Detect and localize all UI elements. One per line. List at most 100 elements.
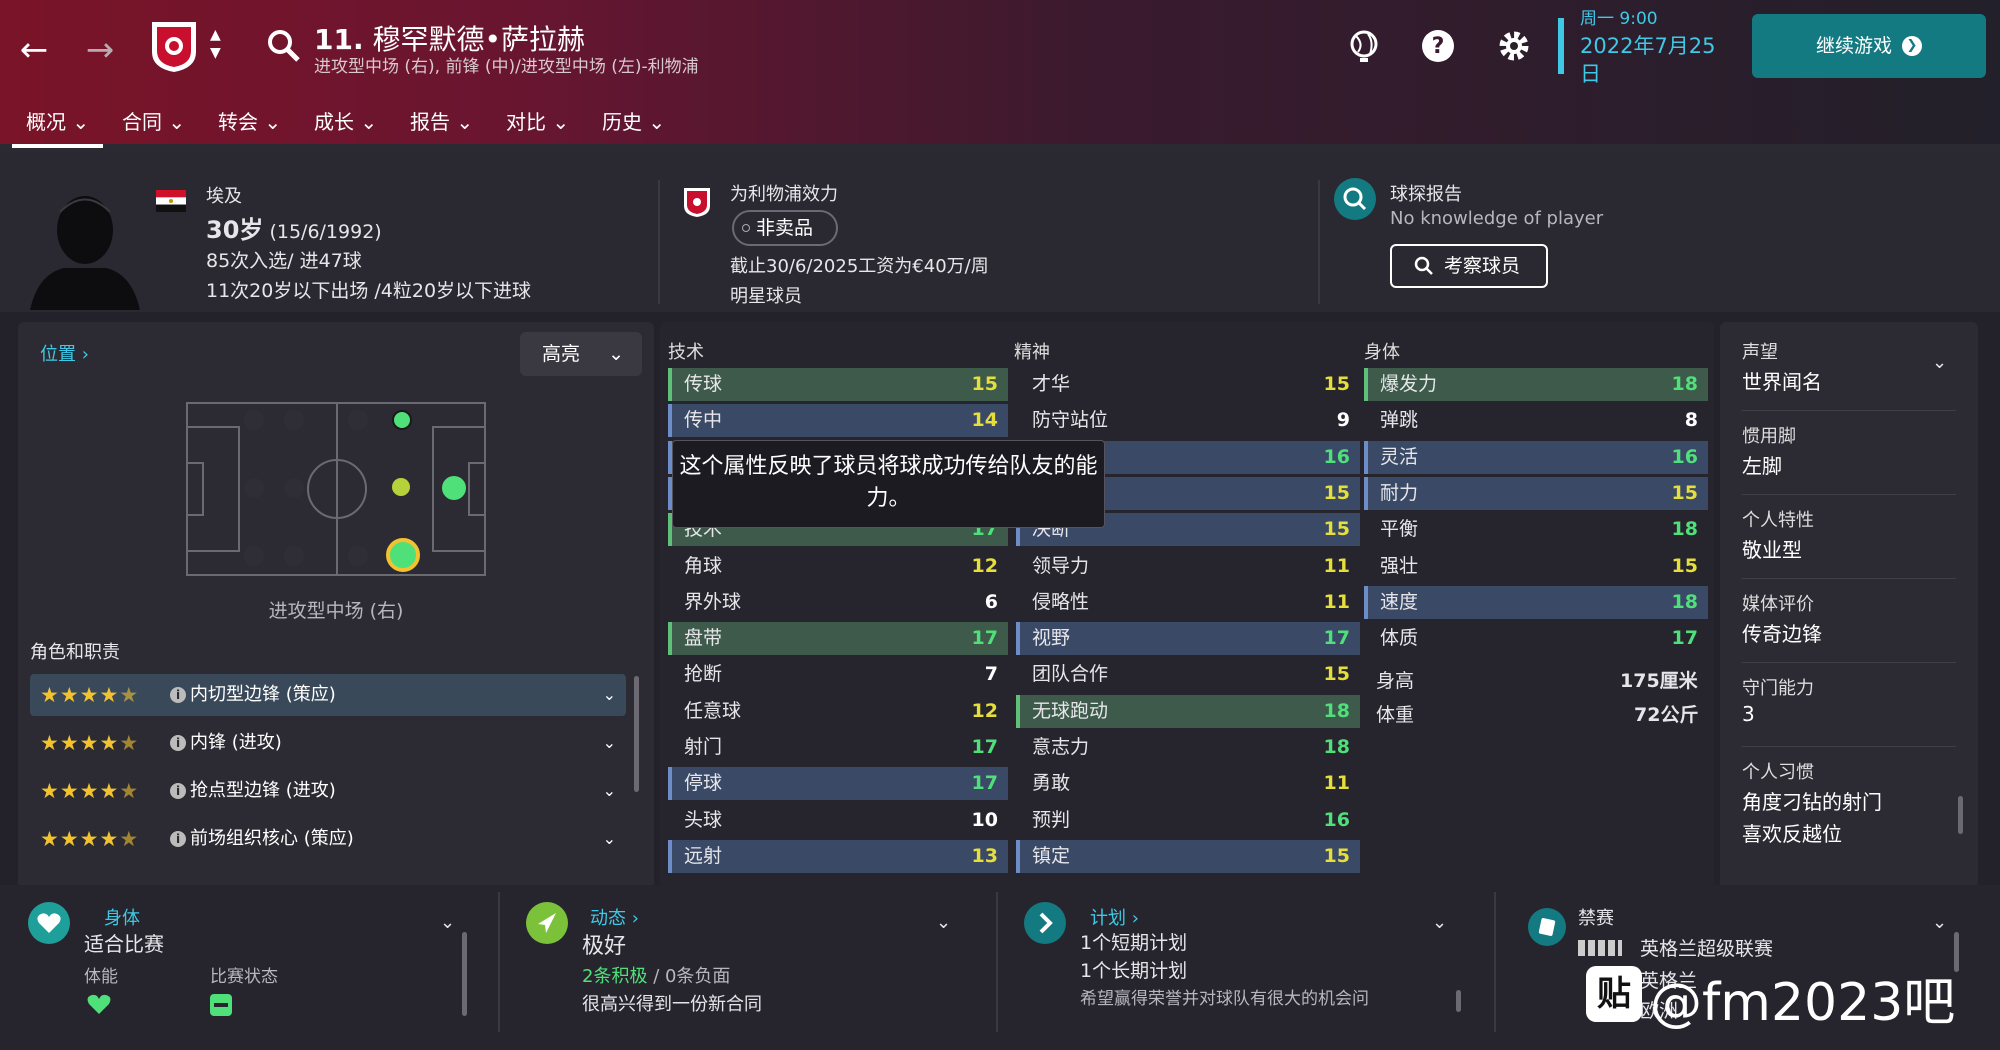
- chevron-down-icon[interactable]: ⌄: [603, 770, 616, 812]
- details-scrollbar[interactable]: [1958, 796, 1963, 834]
- info-icon[interactable]: i: [170, 831, 186, 847]
- mental-attribute-row[interactable]: 防守站位 9: [1016, 404, 1360, 437]
- technical-attribute-row[interactable]: 远射 13: [668, 839, 1008, 873]
- tab-development[interactable]: 成长 ⌄: [314, 106, 377, 135]
- pitch-slot: [284, 478, 304, 498]
- technical-attribute-row[interactable]: 传球 15: [668, 368, 1008, 401]
- ban-competition: 英格兰超级联赛: [1640, 938, 1774, 960]
- mental-attribute-row[interactable]: 勇敢 11: [1016, 767, 1360, 800]
- scout-player-button[interactable]: 考察球员: [1390, 244, 1548, 288]
- technical-attribute-row[interactable]: 射门 17: [668, 731, 1008, 764]
- globe-icon[interactable]: [1344, 26, 1384, 66]
- reputation-value: 世界闻名: [1742, 370, 1822, 394]
- mental-attribute-row[interactable]: 视野 17: [1016, 622, 1360, 656]
- role-item[interactable]: ★★★★★ i 内锋 (进攻) ⌄: [30, 722, 626, 764]
- technical-attribute-row[interactable]: 传中 14: [668, 404, 1008, 438]
- position-link[interactable]: 位置 ›: [40, 340, 89, 366]
- continue-button[interactable]: 继续游戏 ❯: [1752, 14, 1986, 78]
- mental-attribute-row[interactable]: 无球跑动 18: [1016, 694, 1360, 728]
- tab-overview[interactable]: 概况 ⌄: [11, 106, 104, 148]
- attribute-label: 勇敢: [1032, 772, 1071, 795]
- technical-attribute-row[interactable]: 界外球 6: [668, 586, 1008, 619]
- mental-attribute-row[interactable]: 侵略性 11: [1016, 586, 1360, 619]
- technical-attribute-row[interactable]: 头球 10: [668, 804, 1008, 837]
- role-item[interactable]: ★★★★★ i 内切型边锋 (策应) ⌄: [30, 674, 626, 716]
- chevron-down-icon[interactable]: ⌄: [1932, 912, 1947, 933]
- attribute-value: 15: [1323, 844, 1350, 867]
- technical-attribute-row[interactable]: 盘带 17: [668, 622, 1008, 656]
- mental-attribute-row[interactable]: 领导力 11: [1016, 550, 1360, 583]
- plans-link[interactable]: 计划 ›: [1090, 904, 1139, 930]
- chevron-down-icon[interactable]: ⌄: [603, 818, 616, 860]
- u21-record: 11次20岁以下出场 /4粒20岁以下进球: [206, 280, 532, 302]
- info-icon[interactable]: i: [170, 783, 186, 799]
- scout-search-icon: [1334, 178, 1376, 220]
- role-item[interactable]: ★★★★★ i 前场组织核心 (策应) ⌄: [30, 818, 626, 860]
- tieba-logo-icon: 贴: [1586, 966, 1642, 1022]
- transfer-status-badge: 非卖品: [732, 210, 838, 246]
- highlight-dropdown[interactable]: 高亮 ⌄: [520, 332, 642, 376]
- physical-attribute-row[interactable]: 耐力 15: [1364, 476, 1708, 510]
- pitch-slot: [284, 410, 304, 430]
- technical-attribute-row[interactable]: 停球 17: [668, 767, 1008, 801]
- chevron-down-icon[interactable]: ⌄: [936, 912, 951, 933]
- physical-attribute-row[interactable]: 爆发力 18: [1364, 368, 1708, 401]
- svg-text:?: ?: [1432, 34, 1445, 59]
- roles-scrollbar[interactable]: [634, 676, 639, 792]
- mental-attribute-row[interactable]: 意志力 18: [1016, 731, 1360, 764]
- chevron-down-icon[interactable]: ⌄: [603, 722, 616, 764]
- body-scrollbar[interactable]: [462, 932, 467, 1016]
- player-avatar: [30, 196, 140, 310]
- club-crest-icon[interactable]: [148, 18, 200, 74]
- gear-icon[interactable]: [1494, 26, 1534, 66]
- star-rating-icon: ★★★★★: [40, 779, 140, 803]
- dynamics-link[interactable]: 动态 ›: [590, 904, 639, 930]
- chevron-down-icon[interactable]: ⌄: [1432, 912, 1447, 933]
- tab-transfer[interactable]: 转会 ⌄: [218, 106, 281, 135]
- chevron-down-icon[interactable]: ⌄: [1932, 352, 1947, 373]
- tab-compare[interactable]: 对比 ⌄: [506, 106, 569, 135]
- mental-attribute-row[interactable]: 镇定 15: [1016, 839, 1360, 873]
- habit-item: 喜欢反越位: [1742, 822, 1842, 846]
- info-icon[interactable]: i: [170, 735, 186, 751]
- search-icon[interactable]: [266, 28, 302, 64]
- technical-attribute-row[interactable]: 抢断 7: [668, 658, 1008, 691]
- preferred-foot-label: 惯用脚: [1742, 426, 1796, 447]
- physical-attribute-row[interactable]: 速度 18: [1364, 585, 1708, 619]
- tab-history[interactable]: 历史 ⌄: [602, 106, 665, 135]
- info-icon[interactable]: i: [170, 687, 186, 703]
- physical-attribute-row[interactable]: 体质 17: [1364, 622, 1708, 655]
- mental-attribute-row[interactable]: 预判 16: [1016, 804, 1360, 837]
- age: 30岁: [206, 216, 264, 244]
- forward-arrow-icon[interactable]: →: [78, 28, 122, 72]
- help-icon[interactable]: ?: [1418, 26, 1458, 66]
- attribute-label: 防守站位: [1032, 409, 1109, 432]
- attribute-value: 18: [1323, 736, 1350, 758]
- squad-status: 明星球员: [730, 286, 802, 307]
- technical-attribute-row[interactable]: 任意球 12: [668, 695, 1008, 728]
- roles-title: 角色和职责: [30, 642, 120, 663]
- long-term-plan: 1个长期计划: [1080, 960, 1188, 982]
- mental-attribute-row[interactable]: 才华 15: [1016, 368, 1360, 401]
- back-arrow-icon[interactable]: ←: [12, 28, 56, 72]
- position-dot-aml: [392, 410, 412, 430]
- physical-attribute-row[interactable]: 强壮 15: [1364, 550, 1708, 583]
- bans-title: 禁赛: [1578, 908, 1614, 929]
- technical-attribute-row[interactable]: 角球 12: [668, 550, 1008, 583]
- attribute-value: 15: [1671, 481, 1698, 504]
- plans-scrollbar[interactable]: [1456, 990, 1461, 1012]
- tab-reports[interactable]: 报告 ⌄: [410, 106, 473, 135]
- attribute-label: 领导力: [1032, 554, 1090, 577]
- player-switch-chevrons[interactable]: ▲ ▼: [210, 26, 221, 62]
- technical-header: 技术: [668, 342, 704, 363]
- physical-attribute-row[interactable]: 弹跳 8: [1364, 404, 1708, 437]
- tab-contract[interactable]: 合同 ⌄: [122, 106, 185, 135]
- role-item[interactable]: ★★★★★ i 抢点型边锋 (进攻) ⌄: [30, 770, 626, 812]
- physical-attribute-row[interactable]: 平衡 18: [1364, 513, 1708, 546]
- chevron-down-icon[interactable]: ⌄: [603, 674, 616, 716]
- pitch-goal-right: [468, 462, 484, 516]
- chevron-down-icon[interactable]: ⌄: [440, 912, 455, 933]
- mental-attribute-row[interactable]: 团队合作 15: [1016, 658, 1360, 691]
- body-title[interactable]: 身体: [104, 904, 140, 930]
- physical-attribute-row[interactable]: 灵活 16: [1364, 440, 1708, 474]
